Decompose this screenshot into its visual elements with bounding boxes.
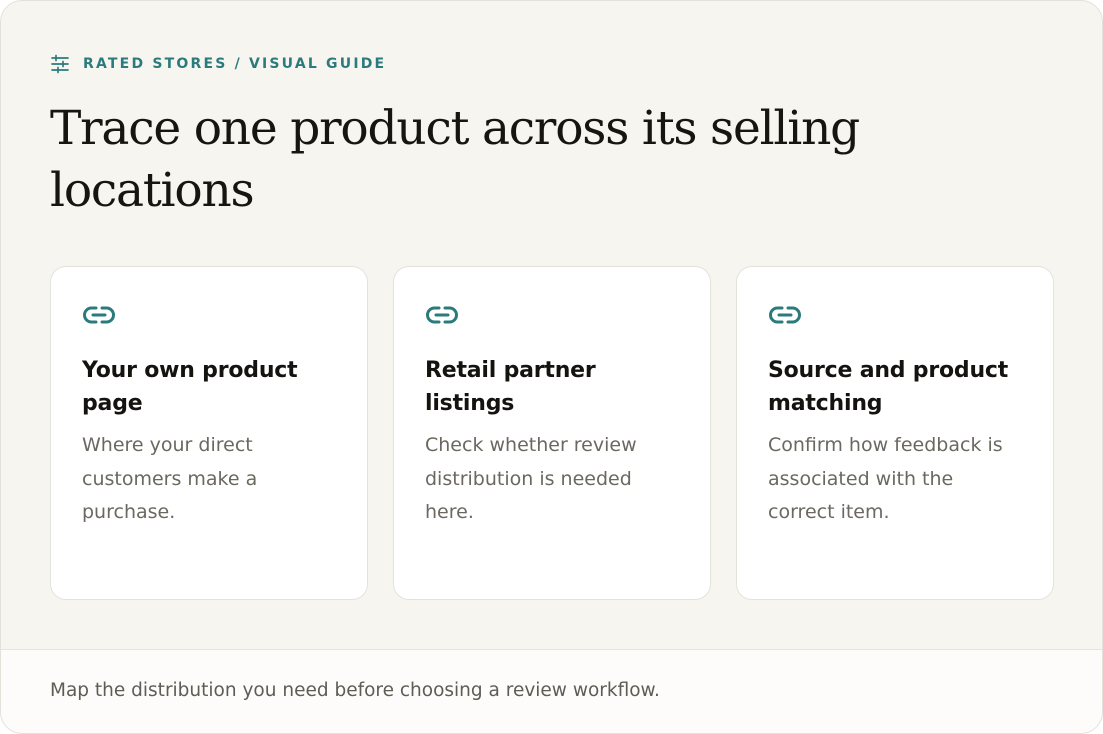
tile-description: Check whether review distribution is nee… [425, 434, 637, 523]
tile-description: Where your direct customers make a purch… [82, 434, 258, 523]
visual-guide-card: RATED STORES / VISUAL GUIDE Trace one pr… [0, 0, 1103, 734]
tile-title: Your own product page [82, 358, 298, 416]
footer-note: Map the distribution you need before cho… [50, 680, 660, 701]
location-tiles: Your own product page Where your direct … [50, 266, 1054, 600]
tile-retail-partner-listings: Retail partner listings Check whether re… [393, 266, 711, 600]
link-icon [83, 306, 115, 324]
eyebrow: RATED STORES / VISUAL GUIDE [50, 54, 386, 74]
tile-title: Source and product matching [768, 358, 1009, 416]
tile-source-product-matching: Source and product matching Confirm how … [736, 266, 1054, 600]
eyebrow-label: RATED STORES / VISUAL GUIDE [83, 56, 387, 72]
link-icon [769, 306, 801, 324]
tile-own-product-page: Your own product page Where your direct … [50, 266, 368, 600]
tile-title: Retail partner listings [425, 358, 596, 416]
tile-description: Confirm how feedback is associated with … [768, 434, 1003, 523]
sliders-icon [51, 54, 69, 74]
footer: Map the distribution you need before cho… [1, 649, 1102, 733]
link-icon [426, 306, 458, 324]
page-title: Trace one product across its selling loc… [50, 101, 860, 218]
